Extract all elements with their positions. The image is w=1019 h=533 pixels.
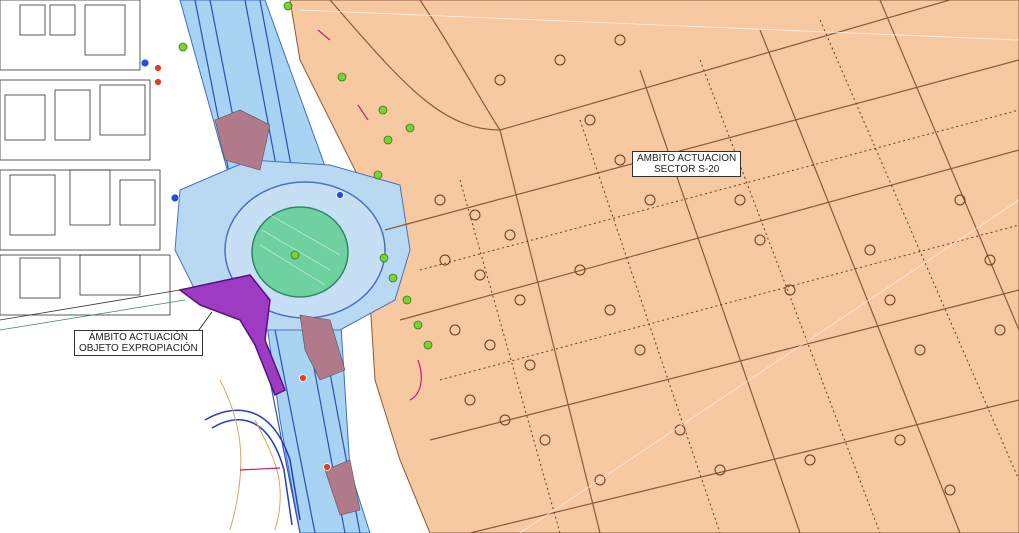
sector-label-line1: AMBITO ACTUACION xyxy=(637,153,737,164)
sector-label: AMBITO ACTUACION SECTOR S-20 xyxy=(632,151,742,177)
expropiacion-label-line2: OBJETO EXPROPIACIÓN xyxy=(79,343,198,354)
expropiacion-label: ÁMBITO ACTUACIÓN OBJETO EXPROPIACIÓN xyxy=(74,330,203,356)
site-plan-map[interactable]: AMBITO ACTUACION SECTOR S-20 ÁMBITO ACTU… xyxy=(0,0,1019,533)
expropiacion-label-line1: ÁMBITO ACTUACIÓN xyxy=(88,332,188,343)
sector-label-line2: SECTOR S-20 xyxy=(653,164,720,175)
map-canvas xyxy=(0,0,1019,533)
